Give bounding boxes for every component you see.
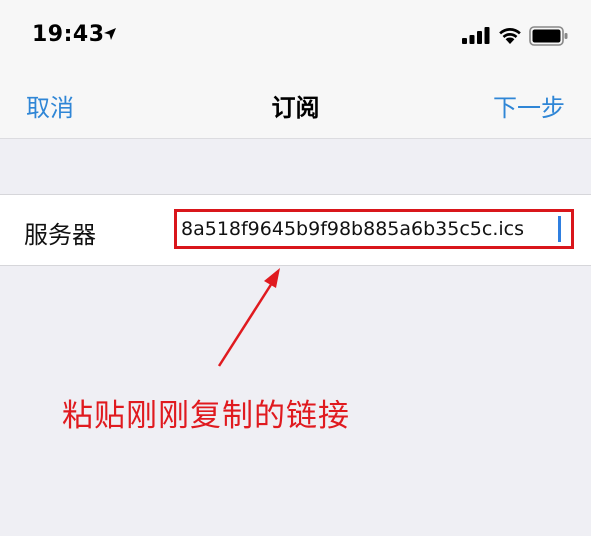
annotation-arrow-icon bbox=[217, 268, 280, 367]
annotation-text: 粘贴刚刚复制的链接 bbox=[62, 398, 350, 434]
